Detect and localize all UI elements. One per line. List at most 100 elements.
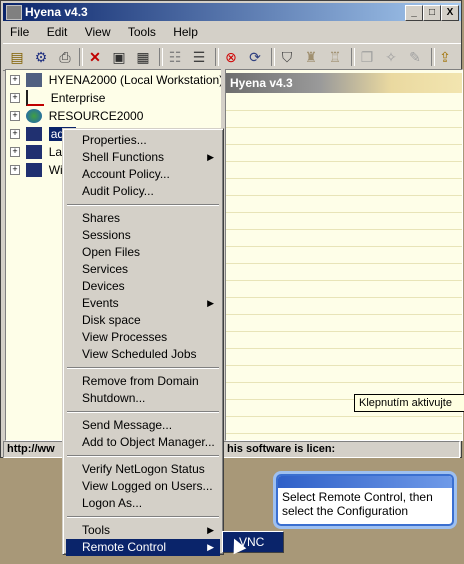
stop-icon[interactable]: ⊗ xyxy=(221,47,241,67)
toolbar: ▤ ⚙ ⎙ ✕ ▣ ▦ ☷ ☰ ⊗ ⟳ ⛉ ♜ ♖ ❐ ✧ ✎ ⇪ xyxy=(3,43,461,71)
menu-item-label: Sessions xyxy=(82,228,131,242)
tree-item-lap[interactable]: + Lap xyxy=(10,144,69,161)
menu-item-label: Remote Control xyxy=(82,540,167,554)
toolbar-separator xyxy=(159,48,163,66)
expand-icon[interactable]: + xyxy=(10,164,20,175)
status-license: his software is licen: xyxy=(223,441,460,458)
menu-item-label: View Processes xyxy=(82,330,168,344)
detail-title: Hyena v4.3 xyxy=(230,76,293,90)
grid-line xyxy=(226,297,462,298)
minimize-button[interactable]: _ xyxy=(405,5,423,21)
list-view-icon[interactable]: ☷ xyxy=(165,47,185,67)
toolbar-separator xyxy=(271,48,275,66)
menu-item-verify-netlogon-status[interactable]: Verify NetLogon Status xyxy=(66,461,220,478)
title-bar[interactable]: Hyena v4.3 _ □ X xyxy=(3,3,461,21)
app-icon xyxy=(6,5,22,20)
grid-line xyxy=(226,314,462,315)
menu-item-view-scheduled-jobs[interactable]: View Scheduled Jobs xyxy=(66,346,220,363)
menu-item-label: Properties... xyxy=(82,133,147,147)
menu-item-account-policy[interactable]: Account Policy... xyxy=(66,166,220,183)
tree-item-label: RESOURCE2000 xyxy=(48,108,144,123)
menu-item-label: Disk space xyxy=(82,313,141,327)
expand-icon[interactable]: + xyxy=(10,74,20,85)
menu-item-devices[interactable]: Devices xyxy=(66,278,220,295)
menu-view[interactable]: View xyxy=(78,23,118,41)
tree-item-wi[interactable]: + Wi xyxy=(10,162,63,179)
menu-item-label: View Scheduled Jobs xyxy=(82,347,197,361)
computer-icon xyxy=(26,162,43,177)
callout-caption-bar xyxy=(278,476,452,488)
copy-icon[interactable]: ❐ xyxy=(357,47,377,67)
menu-item-view-logged-on-users[interactable]: View Logged on Users... xyxy=(66,478,220,495)
menu-item-label: Verify NetLogon Status xyxy=(82,462,205,476)
expand-icon[interactable]: + xyxy=(10,110,20,121)
grid-line xyxy=(226,229,462,230)
detail-pane[interactable]: Hyena v4.3 xyxy=(225,69,463,441)
grid-line xyxy=(226,127,462,128)
submenu-arrow-icon: ▶ xyxy=(207,542,214,552)
tree-view-icon[interactable]: ▤ xyxy=(7,47,27,67)
properties-icon[interactable]: ▣ xyxy=(109,47,129,67)
connect-icon[interactable]: ⚙ xyxy=(31,47,51,67)
menu-edit[interactable]: Edit xyxy=(40,23,75,41)
menu-item-disk-space[interactable]: Disk space xyxy=(66,312,220,329)
toolbar-separator xyxy=(351,48,355,66)
menu-item-shares[interactable]: Shares xyxy=(66,210,220,227)
expand-icon[interactable]: + xyxy=(10,93,20,103)
instruction-callout: Select Remote Control, then select the C… xyxy=(276,474,454,526)
expand-icon[interactable]: + xyxy=(10,128,20,139)
menu-help[interactable]: Help xyxy=(166,23,205,41)
menu-separator xyxy=(67,411,219,413)
delete-icon[interactable]: ✕ xyxy=(85,47,105,67)
menu-item-open-files[interactable]: Open Files xyxy=(66,244,220,261)
tree-item-enterprise[interactable]: + Enterprise xyxy=(10,90,105,107)
tree-item-label: Enterprise xyxy=(50,91,106,105)
menu-tools[interactable]: Tools xyxy=(121,23,163,41)
tooltip: Klepnutím aktivujte xyxy=(354,394,464,412)
export-icon[interactable]: ⇪ xyxy=(435,47,455,67)
tree-item-hyena2000[interactable]: + HYENA2000 (Local Workstation) xyxy=(10,72,223,89)
menu-item-audit-policy[interactable]: Audit Policy... xyxy=(66,183,220,200)
computer-icon xyxy=(26,72,43,87)
menu-bar: File Edit View Tools Help xyxy=(3,23,205,41)
group-icon[interactable]: ♖ xyxy=(325,47,345,67)
expand-icon[interactable]: + xyxy=(10,146,20,157)
grid-line xyxy=(226,246,462,247)
filter-icon[interactable]: ⛉ xyxy=(277,47,297,67)
toolbar-separator xyxy=(215,48,219,66)
menu-item-add-to-object-manager[interactable]: Add to Object Manager... xyxy=(66,434,220,451)
tree-item-resource2000[interactable]: + RESOURCE2000 xyxy=(10,108,143,125)
menu-item-services[interactable]: Services xyxy=(66,261,220,278)
grid-line xyxy=(226,178,462,179)
tools-icon[interactable]: ✧ xyxy=(381,47,401,67)
menu-item-label: Services xyxy=(82,262,129,276)
close-button[interactable]: X xyxy=(441,5,459,21)
details-view-icon[interactable]: ☰ xyxy=(189,47,209,67)
menu-item-logon-as[interactable]: Logon As... xyxy=(66,495,220,512)
grid-line xyxy=(226,161,462,162)
grid-line xyxy=(226,144,462,145)
computer-icon xyxy=(26,144,43,159)
menu-item-label: View Logged on Users... xyxy=(82,479,213,493)
menu-item-label: Shutdown... xyxy=(82,391,146,405)
menu-item-sessions[interactable]: Sessions xyxy=(66,227,220,244)
users-icon[interactable]: ♜ xyxy=(301,47,321,67)
print-icon[interactable]: ⎙ xyxy=(55,47,75,67)
menu-item-view-processes[interactable]: View Processes xyxy=(66,329,220,346)
menu-item-label: Send Message... xyxy=(82,418,173,432)
menu-item-send-message[interactable]: Send Message... xyxy=(66,417,220,434)
submenu-arrow-icon: ▶ xyxy=(207,298,214,308)
menu-item-events[interactable]: Events ▶ xyxy=(66,295,220,312)
edit-icon[interactable]: ✎ xyxy=(405,47,425,67)
refresh-icon[interactable]: ⟳ xyxy=(245,47,265,67)
menu-item-label: Shares xyxy=(82,211,121,225)
settings-icon[interactable]: ▦ xyxy=(133,47,153,67)
menu-item-shell-functions[interactable]: Shell Functions ▶ xyxy=(66,149,220,166)
menu-item-remote-control[interactable]: Remote Control ▶ xyxy=(66,539,220,556)
menu-item-tools[interactable]: Tools ▶ xyxy=(66,522,220,539)
menu-file[interactable]: File xyxy=(3,23,36,41)
menu-item-remove-from-domain[interactable]: Remove from Domain xyxy=(66,373,220,390)
menu-item-properties[interactable]: Properties... xyxy=(66,132,220,149)
maximize-button[interactable]: □ xyxy=(423,5,441,21)
menu-item-shutdown[interactable]: Shutdown... xyxy=(66,390,220,407)
